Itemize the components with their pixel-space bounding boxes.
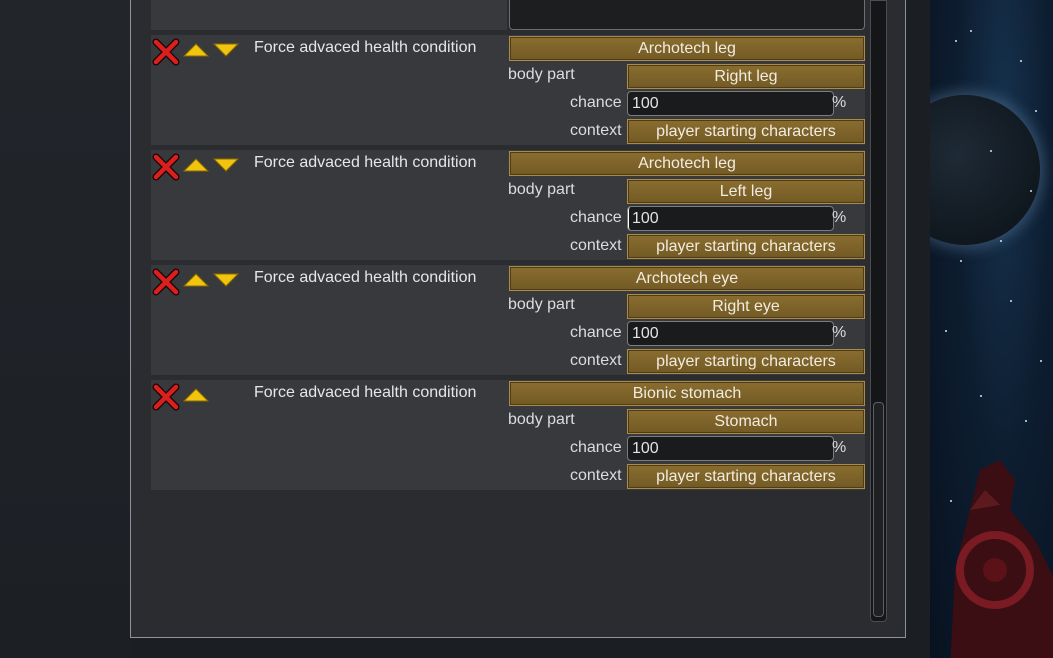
body-part-dropdown[interactable]: Left leg [627,179,865,204]
percent-label: % [832,324,847,341]
context-label: context [570,237,622,254]
chance-input[interactable]: 100 [627,206,834,231]
context-dropdown[interactable]: player starting characters [627,349,865,374]
context-label: context [570,352,622,369]
body-part-label: body part [508,181,575,198]
context-dropdown[interactable]: player starting characters [627,234,865,259]
condition-dropdown[interactable]: Archotech eye [509,266,865,291]
chance-input[interactable]: 100 [627,91,834,116]
body-part-dropdown[interactable]: Stomach [627,409,865,434]
condition-dropdown[interactable]: Bionic stomach [509,381,865,406]
entry-title: Force advaced health condition [254,39,477,56]
delete-x-icon[interactable] [152,383,180,416]
condition-dropdown[interactable]: Archotech leg [509,36,865,61]
ship-illustration [950,460,1053,658]
planet-image [930,95,1040,245]
percent-label: % [832,439,847,456]
arrow-down-icon[interactable] [212,270,240,295]
health-condition-entry: Force advaced health condition Archotech … [151,150,865,260]
body-part-label: body part [508,296,575,313]
chance-label: chance [570,439,622,456]
arrow-up-icon[interactable] [182,155,210,180]
context-dropdown[interactable]: player starting characters [627,464,865,489]
health-condition-entry: Force advaced health condition Bionic sto… [151,380,865,490]
chance-label: chance [570,94,622,111]
previous-text-area[interactable] [509,0,865,30]
body-part-label: body part [508,66,575,83]
space-background [930,0,1053,658]
delete-x-icon[interactable] [152,38,180,71]
arrow-up-icon[interactable] [182,385,210,410]
arrow-up-icon[interactable] [182,40,210,65]
entry-title: Force advaced health condition [254,269,477,286]
percent-label: % [832,94,847,111]
entry-title: Force advaced health condition [254,154,477,171]
percent-label: % [832,209,847,226]
health-condition-entry: Force advaced health condition Archotech … [151,265,865,375]
entry-title: Force advaced health condition [254,384,477,401]
body-part-label: body part [508,411,575,428]
context-dropdown[interactable]: player starting characters [627,119,865,144]
context-label: context [570,467,622,484]
arrow-down-icon[interactable] [212,155,240,180]
left-background [0,0,130,658]
condition-dropdown[interactable]: Archotech leg [509,151,865,176]
body-part-dropdown[interactable]: Right leg [627,64,865,89]
health-condition-entry: Force advaced health condition Archotech … [151,35,865,145]
arrow-down-icon[interactable] [212,40,240,65]
previous-row-fragment [151,0,507,30]
body-part-dropdown[interactable]: Right eye [627,294,865,319]
delete-x-icon[interactable] [152,153,180,186]
context-label: context [570,122,622,139]
chance-input[interactable]: 100 [627,321,834,346]
delete-x-icon[interactable] [152,268,180,301]
arrow-up-icon[interactable] [182,270,210,295]
chance-label: chance [570,324,622,341]
chance-label: chance [570,209,622,226]
chance-input[interactable]: 100 [627,436,834,461]
scrollbar-thumb[interactable] [873,402,884,617]
